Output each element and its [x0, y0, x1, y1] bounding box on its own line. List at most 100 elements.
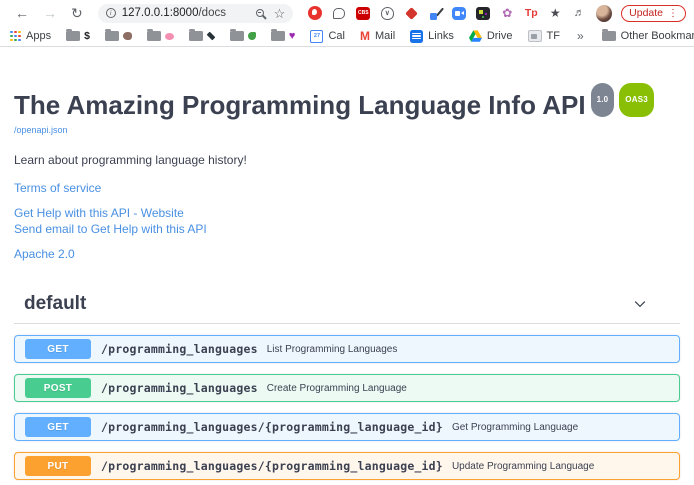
endpoint-summary: Update Programming Language	[452, 461, 594, 472]
api-title-text: The Amazing Programming Language Info AP…	[14, 90, 586, 120]
method-badge: GET	[25, 339, 91, 359]
diamond-glyph	[405, 7, 418, 20]
cbs-label: CBS	[356, 7, 370, 20]
bookmark-apps[interactable]: Apps	[10, 30, 51, 42]
endpoint-summary: List Programming Languages	[267, 344, 398, 355]
contact-website-link[interactable]: Get Help with this API - Website	[14, 206, 680, 220]
folder-icon	[147, 31, 161, 41]
method-badge: POST	[25, 378, 91, 398]
bookmark-folder-dollar[interactable]: $	[66, 30, 90, 42]
bookmark-links[interactable]: Links	[410, 30, 454, 43]
version-badge: 1.0	[591, 83, 615, 117]
endpoint-path: /programming_languages/{programming_lang…	[101, 459, 443, 473]
bookmarks-overflow-chevron[interactable]: »	[577, 29, 584, 43]
drive-icon	[469, 30, 482, 42]
folder-icon	[230, 31, 244, 41]
pocket-extension-icon[interactable]: ∨	[380, 6, 395, 21]
kebab-menu-icon[interactable]: ⋮	[668, 8, 678, 19]
pixel-art-glyph	[476, 7, 490, 20]
folder-icon	[105, 31, 119, 41]
bookmark-folder-purple-heart[interactable]: ♥	[271, 31, 296, 42]
update-button[interactable]: Update ⋮	[621, 5, 686, 22]
eyedropper-extension-icon[interactable]	[428, 6, 443, 21]
folder-icon	[602, 31, 616, 41]
red-circle-glyph	[308, 6, 322, 20]
reload-icon[interactable]: ↻	[71, 6, 83, 20]
folder-icon	[189, 31, 203, 41]
endpoint-row-get-one[interactable]: GET /programming_languages/{programming_…	[14, 413, 680, 441]
gmail-icon: M	[360, 30, 370, 42]
apps-grid-icon	[10, 31, 21, 42]
tp-label: Tp	[525, 8, 538, 19]
endpoint-summary: Create Programming Language	[267, 383, 407, 394]
red-diamond-extension-icon[interactable]	[404, 6, 419, 21]
green-plant-emoji	[248, 32, 256, 40]
site-info-icon[interactable]: i	[106, 8, 116, 18]
folder-icon	[271, 31, 285, 41]
endpoint-path: /programming_languages/{programming_lang…	[101, 420, 443, 434]
endpoint-path: /programming_languages	[101, 381, 258, 395]
url-host: 127.0.0.1:8000	[122, 7, 199, 19]
method-badge: PUT	[25, 456, 91, 476]
endpoint-row-put-update[interactable]: PUT /programming_languages/{programming_…	[14, 452, 680, 480]
graduation-cap-emoji	[207, 32, 215, 40]
endpoint-row-get-list[interactable]: GET /programming_languages List Programm…	[14, 335, 680, 363]
endpoint-row-post-create[interactable]: POST /programming_languages Create Progr…	[14, 374, 680, 402]
speech-bubble-extension-icon[interactable]	[332, 6, 347, 21]
tf-label: TF	[547, 30, 560, 42]
chevron-down-icon[interactable]	[632, 296, 648, 312]
calendar-icon: 27	[310, 30, 323, 43]
endpoint-path: /programming_languages	[101, 342, 258, 356]
section-name: default	[24, 293, 86, 315]
url-text: 127.0.0.1:8000/docs	[122, 7, 226, 19]
flower-glyph: ✿	[502, 7, 512, 19]
page-title: The Amazing Programming Language Info AP…	[14, 83, 680, 120]
address-bar[interactable]: i 127.0.0.1:8000/docs ☆	[98, 4, 294, 23]
dark-star-extension-icon[interactable]: ★	[548, 6, 563, 21]
bookmark-folder-grad-cap[interactable]	[189, 31, 215, 41]
folder-icon	[66, 31, 80, 41]
red-circle-extension-icon[interactable]	[308, 6, 323, 21]
playlist-extension-icon[interactable]: ♬	[572, 6, 587, 21]
cbs-extension-icon[interactable]: CBS	[356, 6, 371, 21]
purple-heart-emoji: ♥	[289, 31, 296, 42]
mail-label: Mail	[375, 30, 395, 42]
extensions-row: CBS ∨ ✿ Tp ★ ♬	[303, 6, 591, 21]
zoom-indicator-icon[interactable]	[256, 9, 264, 17]
profile-avatar[interactable]	[596, 5, 612, 22]
cal-label: Cal	[328, 30, 345, 42]
bookmark-folder-horse[interactable]	[105, 31, 132, 41]
section-header-default[interactable]: default	[14, 293, 680, 324]
dark-star-glyph: ★	[550, 7, 561, 19]
bookmark-cal[interactable]: 27 Cal	[310, 30, 345, 43]
oas3-badge: OAS3	[619, 83, 654, 117]
bookmark-mail[interactable]: M Mail	[360, 30, 395, 42]
forward-icon[interactable]: →	[43, 6, 57, 20]
bookmark-folder-green[interactable]	[230, 31, 256, 41]
apps-label: Apps	[26, 30, 51, 42]
swagger-page: The Amazing Programming Language Info AP…	[0, 83, 694, 485]
terms-of-service-link[interactable]: Terms of service	[14, 181, 680, 195]
links-icon	[410, 30, 423, 43]
tp-extension-icon[interactable]: Tp	[524, 6, 539, 21]
brain-emoji	[165, 33, 174, 40]
license-link[interactable]: Apache 2.0	[14, 247, 680, 261]
bookmark-drive[interactable]: Drive	[469, 30, 513, 42]
purple-flower-extension-icon[interactable]: ✿	[500, 6, 515, 21]
bookmark-star-icon[interactable]: ☆	[274, 7, 286, 20]
other-bookmarks[interactable]: Other Bookmarks	[602, 30, 694, 42]
bookmark-tf[interactable]: TF	[528, 30, 560, 42]
zoom-camera-extension-icon[interactable]	[452, 6, 467, 21]
contact-email-link[interactable]: Send email to Get Help with this API	[14, 222, 680, 236]
pocket-glyph: ∨	[381, 7, 394, 20]
eyedropper-glyph	[429, 7, 442, 20]
horse-emoji	[123, 32, 132, 40]
bookmarks-bar: Apps $ ♥ 27 Cal M Mail Links	[0, 26, 694, 47]
endpoint-summary: Get Programming Language	[452, 422, 578, 433]
update-label: Update	[629, 7, 663, 19]
pixel-art-extension-icon[interactable]	[476, 6, 491, 21]
url-path: /docs	[198, 7, 226, 19]
back-icon[interactable]: ←	[15, 6, 29, 20]
bookmark-folder-brain[interactable]	[147, 31, 174, 41]
openapi-json-link[interactable]: /openapi.json	[14, 125, 68, 135]
